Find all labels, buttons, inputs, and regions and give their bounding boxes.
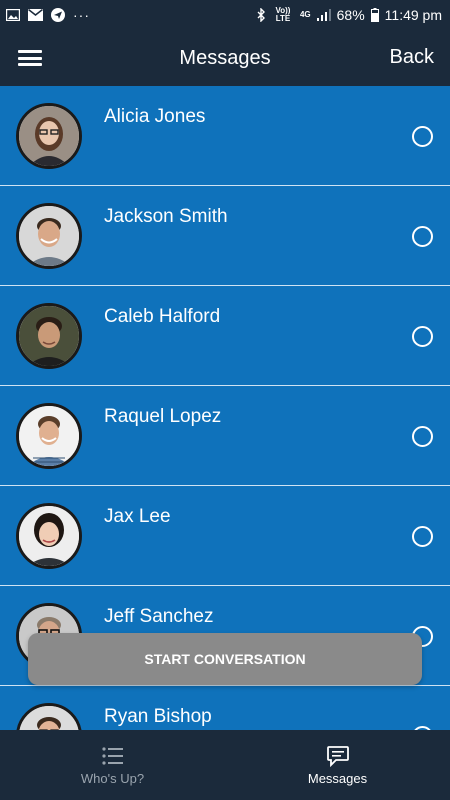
select-radio[interactable] [412, 126, 433, 147]
signal-icon [316, 9, 331, 21]
chat-icon [326, 745, 349, 767]
contact-row[interactable]: Alicia Jones [0, 86, 450, 186]
battery-icon [370, 8, 379, 22]
avatar [16, 503, 82, 569]
app-header: Messages Back [0, 30, 450, 86]
nav-messages[interactable]: Messages [225, 730, 450, 800]
avatar [16, 703, 82, 730]
image-icon [6, 9, 20, 21]
nav-label: Who's Up? [80, 770, 145, 786]
status-bar: ··· Vo)) LTE 4G 68% 11:49 pm [0, 0, 450, 30]
clock: 11:49 pm [384, 7, 442, 23]
contact-row[interactable]: Jax Lee [0, 486, 450, 586]
contact-name: Caleb Halford [104, 306, 221, 327]
hamburger-icon[interactable] [18, 47, 42, 69]
list-icon [101, 746, 123, 765]
send-icon [51, 8, 65, 22]
bluetooth-icon [257, 8, 266, 22]
avatar [16, 303, 82, 369]
contact-name: Jeff Sanchez [104, 606, 214, 627]
battery-percent: 68% [336, 7, 365, 23]
select-radio[interactable] [412, 226, 433, 247]
contact-name: Ryan Bishop [104, 706, 212, 727]
contact-name: Alicia Jones [104, 106, 206, 127]
nav-whos-up[interactable]: Who's Up? [0, 730, 225, 800]
avatar [16, 103, 82, 169]
contact-name: Jax Lee [104, 506, 171, 527]
nav-label: Messages [307, 770, 368, 786]
back-button[interactable]: Back [390, 46, 434, 69]
avatar [16, 403, 82, 469]
volte-indicator: Vo)) LTE [275, 6, 291, 23]
contact-row[interactable]: Jackson Smith [0, 186, 450, 286]
contact-row[interactable]: Ryan Bishop [0, 686, 450, 730]
page-title: Messages [179, 46, 271, 69]
select-radio[interactable] [412, 326, 433, 347]
status-left: ··· [6, 7, 90, 23]
network-type: 4G [299, 10, 311, 19]
select-radio[interactable] [412, 526, 433, 547]
start-conversation-button[interactable]: START CONVERSATION [28, 633, 422, 685]
overflow-indicator: ··· [73, 7, 90, 23]
select-radio[interactable] [412, 426, 433, 447]
contact-name: Jackson Smith [104, 206, 228, 227]
contact-row[interactable]: Raquel Lopez [0, 386, 450, 486]
status-right: Vo)) LTE 4G 68% 11:49 pm [257, 7, 442, 23]
email-icon [28, 9, 43, 21]
contact-row[interactable]: Caleb Halford [0, 286, 450, 386]
bottom-nav: Who's Up? Messages [0, 730, 450, 800]
avatar [16, 203, 82, 269]
contact-name: Raquel Lopez [104, 406, 222, 427]
